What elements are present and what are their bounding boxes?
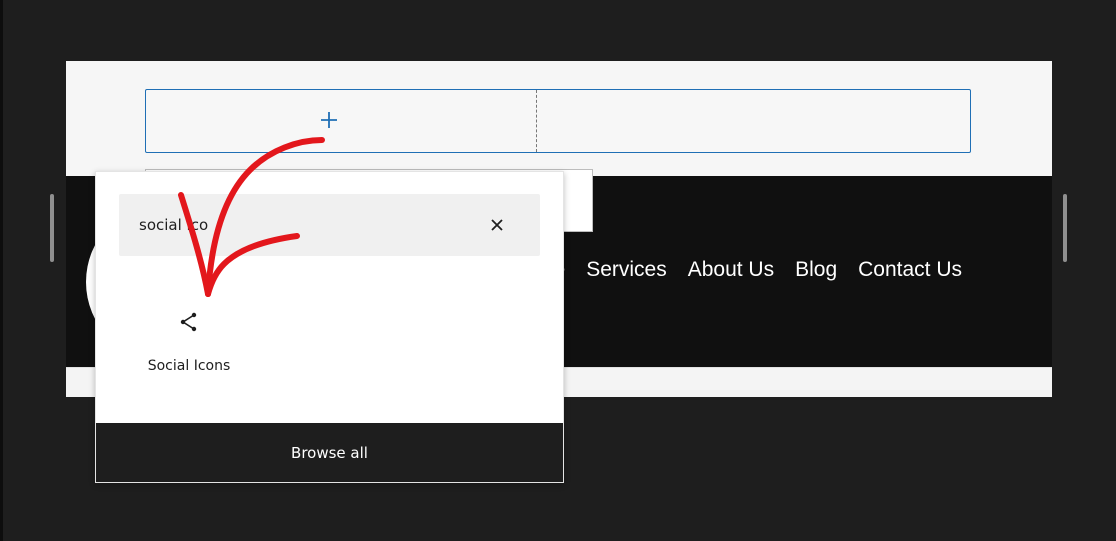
column-divider [536, 90, 537, 152]
resize-handle-left[interactable] [50, 194, 54, 262]
block-search [119, 194, 540, 256]
nav-item-blog[interactable]: Blog [795, 258, 837, 282]
column-left[interactable] [145, 89, 512, 153]
share-icon [177, 310, 201, 334]
resize-handle-right[interactable] [1063, 194, 1067, 262]
columns-block[interactable] [145, 89, 972, 153]
navigation-menu: me Services About Us Blog Contact Us [536, 258, 962, 282]
block-inserter-button[interactable] [317, 108, 341, 132]
nav-item-contact-us[interactable]: Contact Us [858, 258, 962, 282]
block-inserter-popover: Social Icons Browse all [95, 171, 564, 483]
browse-all-button[interactable]: Browse all [96, 423, 563, 482]
plus-icon [321, 112, 337, 128]
close-icon [491, 219, 503, 231]
nav-item-services[interactable]: Services [586, 258, 667, 282]
block-result-label: Social Icons [147, 358, 231, 374]
window-edge [0, 0, 3, 541]
block-result-social-icons[interactable]: Social Icons [132, 300, 246, 380]
clear-search-button[interactable] [487, 215, 507, 235]
column-right[interactable] [510, 89, 971, 153]
search-input[interactable] [139, 214, 439, 236]
nav-item-about-us[interactable]: About Us [688, 258, 774, 282]
